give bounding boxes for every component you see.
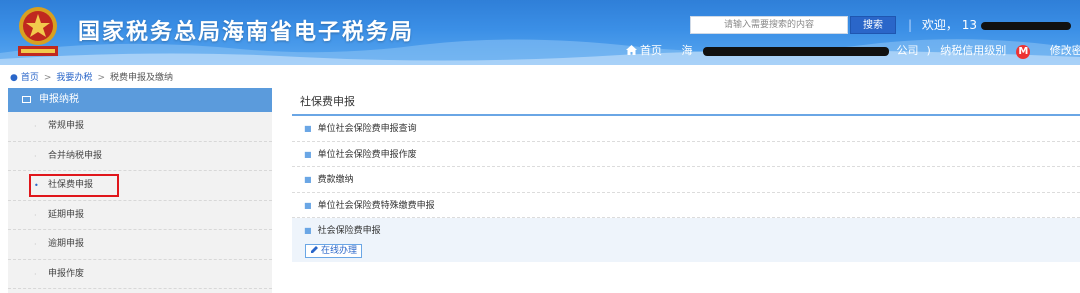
menu-icon — [22, 96, 31, 103]
page-title: 社保费申报 — [292, 88, 1080, 116]
credit-level-badge: M — [1016, 45, 1031, 59]
change-password-link[interactable]: 修改密码 — [1050, 44, 1080, 57]
list-item-label: 社会保险费申报 — [317, 226, 381, 236]
sidebar-item-consolidated-declaration[interactable]: · 合并纳税申报 — [8, 142, 272, 171]
online-handle-button[interactable]: 在线办理 — [305, 244, 363, 258]
company-name: 海公司) — [681, 44, 931, 57]
sidebar-item-label: 申报作废 — [48, 268, 85, 279]
list-item-label: 单位社会保险费特殊缴费申报 — [317, 200, 435, 211]
sidebar-item-label: 逾期申报 — [48, 239, 85, 249]
sidebar-item-overdue-declaration[interactable]: · 逾期申报 — [8, 230, 272, 260]
bullet-icon: ■ — [304, 124, 312, 133]
bullet-icon: ■ — [304, 149, 312, 159]
online-handle-label: 在线办理 — [321, 246, 358, 256]
bullet-icon: · — [34, 151, 37, 161]
bullet-icon: ■ — [304, 226, 312, 235]
sidebar-item-void-declaration[interactable]: · 申报作废 — [8, 260, 272, 289]
breadcrumb-current: 税费申报及缴纳 — [109, 73, 173, 83]
company-suffix: 公司 — [896, 44, 919, 57]
sidebar-heading-label: 申报纳税 — [39, 94, 79, 105]
bullet-icon: ■ — [304, 175, 312, 184]
highlight-box — [29, 174, 119, 197]
location-pin-icon: ● — [10, 73, 18, 83]
site-header: 国家税务总局海南省电子税务局 请输入需要搜索的内容 搜索 | 欢迎， 13 | … — [0, 0, 1080, 65]
sidebar: 申报纳税 · 常规申报 · 合并纳税申报 • 社保费申报 · 延期申报 · 逾期申报 · 申… — [8, 88, 272, 293]
breadcrumb-separator: > — [43, 73, 52, 83]
header-nav: 首页 海公司) 纳税信用级别M 修改密码 更新 — [626, 43, 1080, 59]
sidebar-item-label: 延期申报 — [48, 209, 85, 220]
list-item-selected[interactable]: ■ 社会保险费申报 在线办理 — [292, 218, 1080, 262]
user-id-prefix: 13 — [961, 18, 977, 32]
breadcrumb-home[interactable]: 首页 — [21, 73, 39, 83]
company-prefix: 海 — [681, 44, 693, 57]
divider: | — [908, 18, 913, 32]
home-link-label: 首页 — [640, 44, 662, 57]
main-panel: 社保费申报 ■ 单位社会保险费申报查询 ■ 单位社会保险费申报作废 ■ 费款缴纳 ■ 单… — [292, 88, 1080, 293]
breadcrumb: ● 首页 > 我要办税 > 税费申报及缴纳 — [10, 70, 173, 84]
credit-level-link[interactable]: 纳税信用级别 M — [940, 44, 1038, 59]
list-item[interactable]: ■ 费款缴纳 — [292, 167, 1080, 193]
sidebar-item-label: 合并纳税申报 — [48, 150, 103, 161]
sidebar-item-label: 常规申报 — [48, 121, 85, 131]
bullet-icon: · — [34, 210, 37, 220]
list-item-label: 费款缴纳 — [317, 175, 354, 185]
redacted-user-id — [981, 21, 1071, 30]
search-input[interactable]: 请输入需要搜索的内容 — [690, 16, 848, 34]
bullet-icon: · — [34, 240, 37, 249]
edit-icon — [311, 246, 318, 253]
list-item-label: 单位社会保险费申报查询 — [317, 124, 417, 134]
home-link[interactable]: 首页 — [626, 44, 674, 57]
bullet-icon: · — [34, 269, 37, 279]
bullet-icon: · — [34, 122, 37, 131]
sidebar-item-extension-declaration[interactable]: · 延期申报 — [8, 201, 272, 230]
sidebar-item-regular-declaration[interactable]: · 常规申报 — [8, 112, 272, 142]
tax-emblem-icon — [18, 7, 58, 56]
list-item[interactable]: ■ 单位社会保险费特殊缴费申报 — [292, 193, 1080, 218]
bullet-icon: ■ — [304, 200, 312, 210]
site-title: 国家税务总局海南省电子税务局 — [78, 20, 415, 45]
sidebar-item-social-insurance[interactable]: • 社保费申报 — [8, 171, 272, 201]
welcome-text: | 欢迎， 13 | — [902, 15, 1080, 35]
search-button[interactable]: 搜索 — [850, 16, 896, 34]
breadcrumb-separator: > — [97, 73, 105, 83]
list-item[interactable]: ■ 单位社会保险费申报作废 — [292, 142, 1080, 167]
list-item[interactable]: ■ 单位社会保险费申报查询 — [292, 116, 1080, 142]
home-icon — [626, 45, 637, 55]
redacted-company — [702, 46, 889, 56]
breadcrumb-level1[interactable]: 我要办税 — [56, 73, 92, 83]
welcome-label: 欢迎， — [921, 18, 958, 32]
credit-level-label: 纳税信用级别 — [940, 44, 1007, 57]
list-item-label: 单位社会保险费申报作废 — [317, 149, 417, 160]
sidebar-heading[interactable]: 申报纳税 — [8, 88, 272, 112]
